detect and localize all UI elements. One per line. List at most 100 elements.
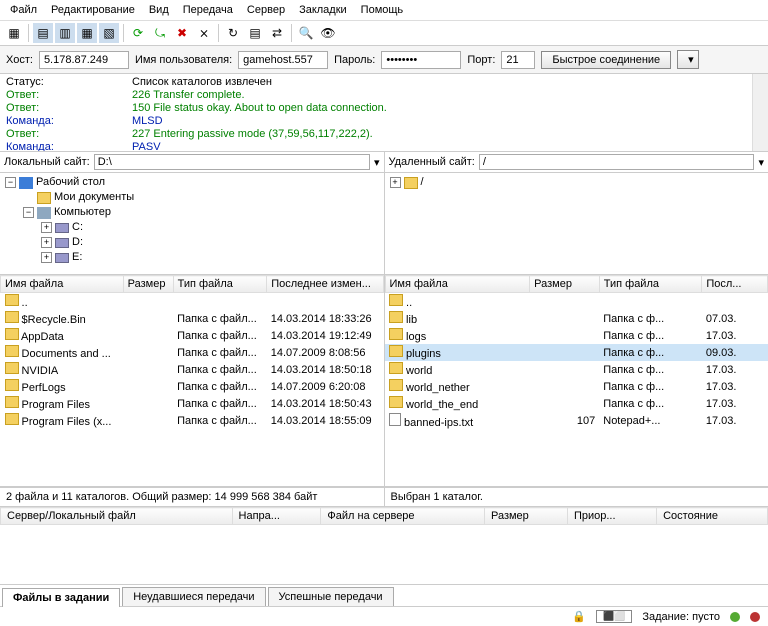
table-row[interactable]: world_the_endПапка с ф...17.03. <box>385 395 768 412</box>
tree-item[interactable]: −Компьютер <box>2 205 382 220</box>
tab-0[interactable]: Файлы в задании <box>2 588 120 607</box>
menu-Передача[interactable]: Передача <box>177 2 239 18</box>
tree-item[interactable]: −Рабочий стол <box>2 175 382 190</box>
host-input[interactable] <box>39 51 129 69</box>
binoculars-icon[interactable]: 👁 <box>318 23 338 43</box>
tree-item[interactable]: +D: <box>2 235 382 250</box>
column-header[interactable]: Размер <box>530 276 600 293</box>
connect-icon[interactable]: ▦ <box>4 23 24 43</box>
disconnect-icon[interactable]: ⨯ <box>194 23 214 43</box>
reconnect-icon[interactable]: ↻ <box>223 23 243 43</box>
folder-icon <box>5 413 19 425</box>
column-header[interactable]: Состояние <box>657 508 768 525</box>
tree-item[interactable]: Мои документы <box>2 190 382 205</box>
column-header[interactable]: Тип файла <box>599 276 702 293</box>
tree-item[interactable]: +/ <box>387 175 767 190</box>
column-header[interactable]: Файл на сервере <box>321 508 485 525</box>
menu-Закладки[interactable]: Закладки <box>293 2 353 18</box>
folder-icon <box>5 396 19 408</box>
log-row: Ответ:226 Transfer complete. <box>6 89 762 102</box>
transfer-queue: Сервер/Локальный файлНапра...Файл на сер… <box>0 507 768 585</box>
sitemgr-icon[interactable]: ▤ <box>33 23 53 43</box>
column-header[interactable]: Сервер/Локальный файл <box>1 508 233 525</box>
table-row[interactable]: .. <box>385 293 768 311</box>
table-row[interactable]: pluginsПапка с ф...09.03. <box>385 344 768 361</box>
remote-path-input[interactable] <box>479 154 755 170</box>
txt-icon <box>389 413 401 426</box>
lock-icon: 🔒 <box>572 610 586 623</box>
remote-site-label: Удаленный сайт: <box>389 156 475 168</box>
column-header[interactable]: Имя файла <box>385 276 530 293</box>
table-row[interactable]: libПапка с ф...07.03. <box>385 310 768 327</box>
table-row[interactable]: $Recycle.BinПапка с файл...14.03.2014 18… <box>1 310 384 327</box>
expander-icon[interactable]: − <box>5 177 16 188</box>
column-header[interactable]: Размер <box>484 508 567 525</box>
refresh-icon[interactable]: ⟳ <box>128 23 148 43</box>
remote-filelist[interactable]: Имя файлаРазмерТип файлаПосл... .. libПа… <box>385 275 768 486</box>
menu-Сервер[interactable]: Сервер <box>241 2 291 18</box>
expander-icon[interactable]: + <box>41 237 52 248</box>
folder-icon <box>5 345 19 357</box>
search-icon[interactable]: 🔍 <box>296 23 316 43</box>
quickconnect-dropdown[interactable]: ▾ <box>677 50 699 69</box>
local-site-label: Локальный сайт: <box>4 156 90 168</box>
menu-Редактирование[interactable]: Редактирование <box>45 2 141 18</box>
table-row[interactable]: Program FilesПапка с файл...14.03.2014 1… <box>1 395 384 412</box>
column-header[interactable]: Напра... <box>232 508 321 525</box>
tree-item[interactable]: +C: <box>2 220 382 235</box>
table-row[interactable]: NVIDIAПапка с файл...14.03.2014 18:50:18 <box>1 361 384 378</box>
column-header[interactable]: Размер <box>123 276 173 293</box>
table-row[interactable]: PerfLogsПапка с файл...14.07.2009 6:20:0… <box>1 378 384 395</box>
expander-icon[interactable]: − <box>23 207 34 218</box>
log-scrollbar[interactable] <box>752 74 768 151</box>
pass-input[interactable] <box>381 51 461 69</box>
log-row: Команда:PASV <box>6 141 762 152</box>
expander-icon[interactable]: + <box>390 177 401 188</box>
log-row: Статус:Список каталогов извлечен <box>6 76 762 89</box>
host-label: Хост: <box>6 54 33 66</box>
toggle2-icon[interactable]: ▦ <box>77 23 97 43</box>
remote-tree[interactable]: +/ <box>385 173 768 275</box>
expander-icon[interactable]: + <box>41 222 52 233</box>
user-input[interactable] <box>238 51 328 69</box>
tree-item[interactable]: +E: <box>2 250 382 265</box>
cancel-icon[interactable]: ✖ <box>172 23 192 43</box>
column-header[interactable]: Приор... <box>567 508 656 525</box>
column-header[interactable]: Тип файла <box>173 276 267 293</box>
column-header[interactable]: Посл... <box>702 276 768 293</box>
menu-Помощь[interactable]: Помощь <box>355 2 410 18</box>
tab-1[interactable]: Неудавшиеся передачи <box>122 587 265 606</box>
tab-2[interactable]: Успешные передачи <box>268 587 394 606</box>
compare-icon[interactable]: ⇄ <box>267 23 287 43</box>
user-label: Имя пользователя: <box>135 54 232 66</box>
folder-icon <box>37 192 51 204</box>
table-row[interactable]: banned-ips.txt107Notepad+...17.03. <box>385 412 768 430</box>
status-lines: 2 файла и 11 каталогов. Общий размер: 14… <box>0 487 768 507</box>
table-row[interactable]: Documents and ...Папка с файл...14.07.20… <box>1 344 384 361</box>
table-row[interactable]: logsПапка с ф...17.03. <box>385 327 768 344</box>
process-icon[interactable]: ⤿ <box>150 23 170 43</box>
local-filelist[interactable]: Имя файлаРазмерТип файлаПоследнее измен.… <box>0 275 384 486</box>
main-panels: Локальный сайт: ▾ −Рабочий столМои докум… <box>0 152 768 487</box>
column-header[interactable]: Последнее измен... <box>267 276 383 293</box>
toggle1-icon[interactable]: ▥ <box>55 23 75 43</box>
table-row[interactable]: world_netherПапка с ф...17.03. <box>385 378 768 395</box>
toggle3-icon[interactable]: ▧ <box>99 23 119 43</box>
menu-Вид[interactable]: Вид <box>143 2 175 18</box>
folder-icon <box>5 379 19 391</box>
local-path-input[interactable] <box>94 154 370 170</box>
table-row[interactable]: AppDataПапка с файл...14.03.2014 19:12:4… <box>1 327 384 344</box>
local-tree[interactable]: −Рабочий столМои документы−Компьютер+C:+… <box>0 173 384 275</box>
expander-icon[interactable]: + <box>41 252 52 263</box>
chevron-down-icon[interactable]: ▾ <box>758 156 764 169</box>
table-row[interactable]: Program Files (x...Папка с файл...14.03.… <box>1 412 384 429</box>
menu-Файл[interactable]: Файл <box>4 2 43 18</box>
quickconnect-button[interactable]: Быстрое соединение <box>541 51 671 69</box>
column-header[interactable]: Имя файла <box>1 276 124 293</box>
chevron-down-icon[interactable]: ▾ <box>374 156 380 169</box>
table-row[interactable]: .. <box>1 293 384 311</box>
table-row[interactable]: worldПапка с ф...17.03. <box>385 361 768 378</box>
port-input[interactable] <box>501 51 535 69</box>
filter-icon[interactable]: ▤ <box>245 23 265 43</box>
meter-icon: ⬛⬜ <box>596 610 632 623</box>
